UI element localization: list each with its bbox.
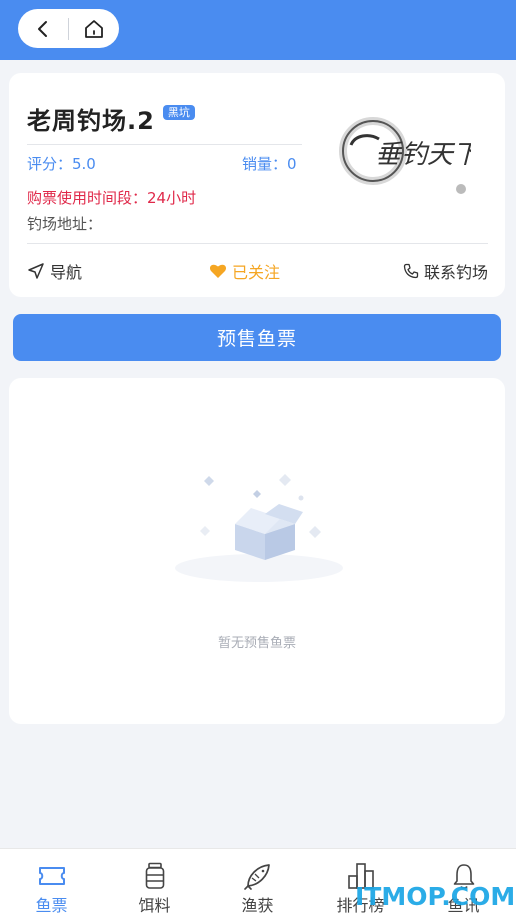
venue-address: 钓场地址： (27, 215, 103, 233)
venue-score: 评分：5.0 (27, 155, 96, 173)
venue-info-card: 老周钓场.2 黑坑 评分：5.0 销量：0 购票使用时间段：24小时 钓场地址：… (9, 73, 505, 297)
tab-label: 饵料 (138, 896, 171, 915)
chevron-left-icon (38, 20, 47, 37)
bait-jar-icon (145, 862, 164, 889)
contact-label: 联系钓场 (423, 263, 488, 282)
fish-icon (243, 864, 270, 890)
divider (27, 144, 302, 145)
ticket-list-card: 暂无预售鱼票 (9, 378, 505, 724)
divider (27, 243, 488, 244)
top-bar (0, 0, 516, 60)
venue-name: 老周钓场.2 (27, 107, 155, 135)
heart-icon (209, 264, 227, 278)
presale-ticket-button[interactable]: 预售鱼票 (13, 314, 501, 361)
nav-capsule (18, 9, 119, 48)
ticket-hours: 购票使用时间段：24小时 (27, 189, 197, 207)
venue-actions: 导航 已关注 联系钓场 (27, 259, 488, 283)
ticket-icon (38, 867, 65, 885)
tab-label: 鱼票 (35, 896, 68, 915)
follow-label: 已关注 (232, 263, 281, 282)
follow-button[interactable]: 已关注 (209, 259, 280, 283)
empty-state-text: 暂无预售鱼票 (217, 636, 296, 651)
home-button[interactable] (69, 9, 119, 48)
venue-sales: 销量：0 (242, 155, 297, 173)
empty-box-icon (175, 474, 343, 582)
navigate-label: 导航 (50, 263, 83, 282)
tab-ticket[interactable]: 鱼票 (0, 849, 103, 920)
venue-title-row: 老周钓场.2 黑坑 (27, 101, 195, 136)
tab-label: 渔获 (241, 896, 274, 915)
navigation-arrow-icon (28, 263, 44, 279)
tab-bait[interactable]: 饵料 (103, 849, 206, 920)
venue-type-badge: 黑坑 (162, 105, 195, 120)
site-watermark: ITMOP.COM (355, 882, 516, 911)
tab-catch[interactable]: 渔获 (206, 849, 309, 920)
back-button[interactable] (18, 9, 68, 48)
navigate-button[interactable]: 导航 (27, 259, 82, 283)
phone-icon (403, 263, 419, 279)
contact-button[interactable]: 联系钓场 (403, 259, 488, 283)
venue-logo: 垂钓天下 (339, 117, 471, 194)
logo-text: 垂钓天下 (375, 140, 471, 170)
home-icon (85, 19, 103, 38)
